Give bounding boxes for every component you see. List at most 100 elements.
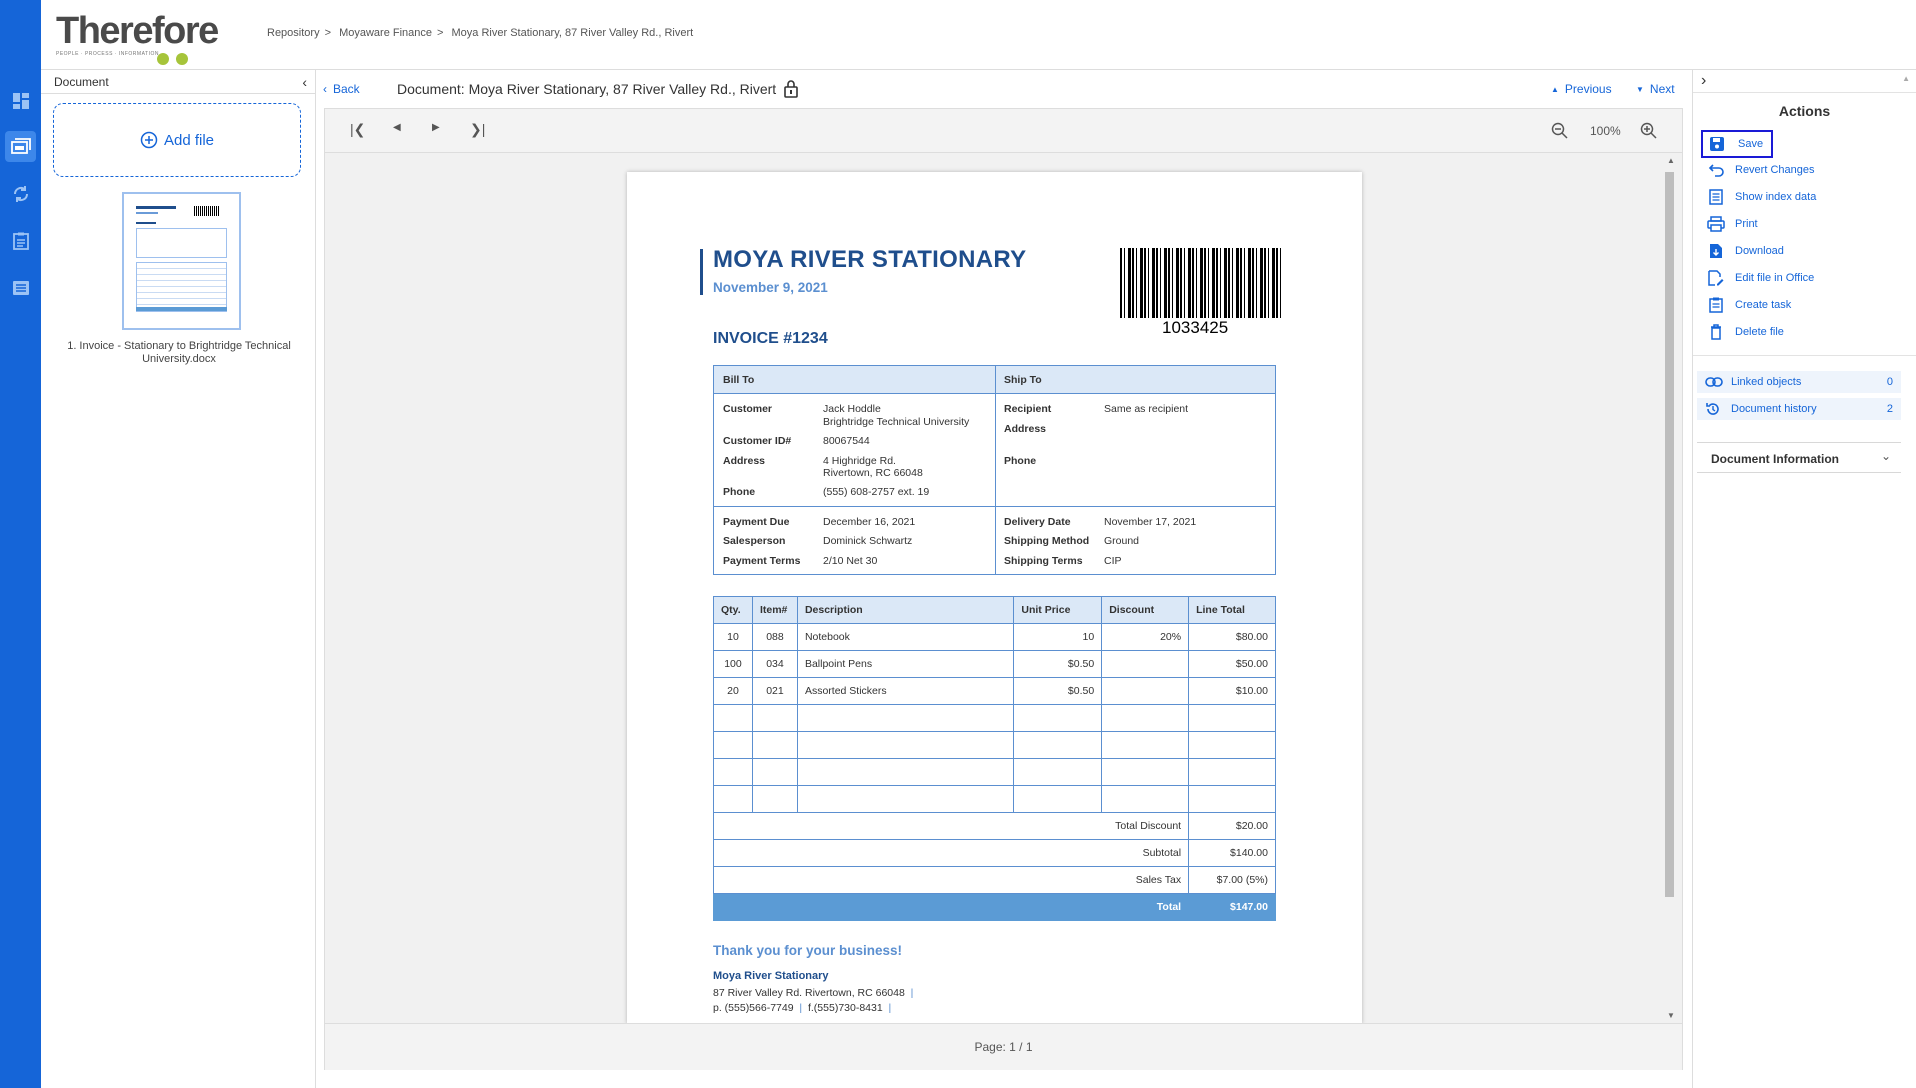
collapse-right-icon[interactable]: › [1701,72,1706,90]
dashboard-icon[interactable] [5,85,36,116]
title-accent-bar [700,249,703,295]
bill-address-2: Rivertown, RC 66048 [823,467,923,479]
download-icon [1707,242,1725,260]
table-cell [1101,785,1190,813]
payment-terms-label: Payment Terms [723,555,801,567]
document-history-count: 2 [1886,403,1893,415]
panel-header: Document ‹ [41,70,315,94]
table-cell [1101,704,1190,732]
footer-company: Moya River Stationary [713,970,829,982]
breadcrumb-repository[interactable]: Repository [267,27,320,39]
table-cell: 100 [713,650,753,678]
col-header: Line Total [1188,596,1276,624]
chevron-down-icon: ⌄ [1880,449,1891,463]
add-file-button[interactable]: Add file [53,103,301,177]
caret-down-icon: ▼ [1636,84,1644,94]
file-label[interactable]: 1. Invoice - Stationary to Brightridge T… [55,340,303,366]
zoom-in-icon[interactable] [1640,122,1658,140]
save-button[interactable]: Save [1701,130,1774,158]
ship-phone-label: Phone [1004,455,1037,467]
table-cell [1013,731,1103,759]
shipping-method-label: Shipping Method [1004,535,1090,547]
table-cell: Assorted Stickers [796,677,1015,705]
edit-in-office-button[interactable]: Edit file in Office [1707,267,1814,289]
breadcrumb-category[interactable]: Moyaware Finance [339,27,432,39]
linked-objects-count: 0 [1886,376,1893,388]
file-thumbnail[interactable] [122,192,241,330]
bill-to-header: Bill To [723,374,755,386]
actions-panel: › ▲ Actions Save Revert Changes Show ind… [1692,70,1916,1088]
trash-icon [1707,323,1725,341]
download-button[interactable]: Download [1707,240,1784,262]
caret-up-icon: ▲ [1551,84,1559,94]
actions-title: Actions [1778,103,1831,119]
table-cell [1188,704,1276,732]
nav-rail [0,0,41,1088]
show-index-data-label: Show index data [1735,191,1817,203]
delete-file-label: Delete file [1735,326,1784,338]
ship-to-header: Ship To [1004,374,1042,386]
scroll-up-icon[interactable]: ▲ [1902,74,1910,83]
table-cell [1101,650,1190,678]
linked-objects-row[interactable]: Linked objects 0 [1697,371,1901,393]
table-row: 100 034 Ballpoint Pens $0.50 $50.00 [713,650,1276,678]
back-label: Back [333,82,360,96]
workflow-icon[interactable] [5,178,36,209]
create-task-button[interactable]: Create task [1707,294,1791,316]
table-cell [796,785,1015,813]
first-page-icon[interactable]: |❮ [350,121,365,138]
collapse-left-icon[interactable]: ‹ [302,70,307,94]
plus-circle-icon [140,131,158,149]
reports-icon[interactable] [5,272,36,303]
create-task-label: Create task [1735,299,1792,311]
customer-org: Brightridge Technical University [823,416,970,428]
document-history-row[interactable]: Document history 2 [1697,398,1901,420]
delete-file-button[interactable]: Delete file [1707,321,1784,343]
payment-due: December 16, 2021 [823,516,916,528]
table-cell [713,758,753,786]
show-index-data-button[interactable]: Show index data [1707,186,1816,208]
next-button[interactable]: ▼ Next [1636,82,1675,96]
document-information-section[interactable]: Document Information ⌄ [1697,443,1901,473]
ship-address-label: Address [1004,423,1047,435]
table-cell: $80.00 [1188,623,1276,651]
table-cell [1188,731,1276,759]
table-cell [1013,758,1103,786]
bill-address-label: Address [723,455,766,467]
footer-address: 87 River Valley Rd. Rivertown, RC 66048 [713,987,905,999]
recipient-label: Recipient [1004,403,1052,415]
previous-page-icon[interactable]: ◀ [393,122,401,133]
lock-icon[interactable] [784,80,798,98]
revert-changes-button[interactable]: Revert Changes [1707,159,1815,181]
table-cell [796,731,1015,759]
invoice-date: November 9, 2021 [713,280,828,295]
subtotal-row: Subtotal $140.00 [712,839,1276,867]
table-cell [713,731,753,759]
sales-tax-value: $7.00 (5%) [1188,866,1276,894]
next-page-icon[interactable]: ▶ [432,122,440,133]
scroll-down-icon[interactable]: ▼ [1667,1011,1675,1020]
back-link[interactable]: ‹ Back [323,82,360,96]
salesperson-label: Salesperson [723,535,786,547]
previous-button[interactable]: ▲ Previous [1551,82,1612,96]
table-cell: $0.50 [1013,677,1103,705]
delivery-date-label: Delivery Date [1004,516,1071,528]
vertical-scrollbar[interactable] [1665,172,1674,897]
document-files-panel: Document ‹ Add file 1. Invoice - Station… [41,70,316,1088]
documents-icon[interactable] [5,131,36,162]
table-cell: $50.00 [1188,650,1276,678]
edit-file-icon [1707,269,1725,287]
shipping-terms-label: Shipping Terms [1004,555,1083,567]
zoom-level[interactable]: 100% [1590,124,1621,138]
table-cell [751,704,798,732]
tasks-icon[interactable] [5,225,36,256]
last-page-icon[interactable]: ❯| [470,121,485,138]
table-cell [1188,758,1276,786]
zoom-out-icon[interactable] [1551,122,1569,140]
print-button[interactable]: Print [1707,213,1758,235]
barcode-number: 1033425 [1162,318,1229,337]
table-cell [751,785,798,813]
table-row [713,785,1276,813]
index-data-icon [1707,188,1725,206]
scroll-up-icon[interactable]: ▲ [1667,156,1675,165]
